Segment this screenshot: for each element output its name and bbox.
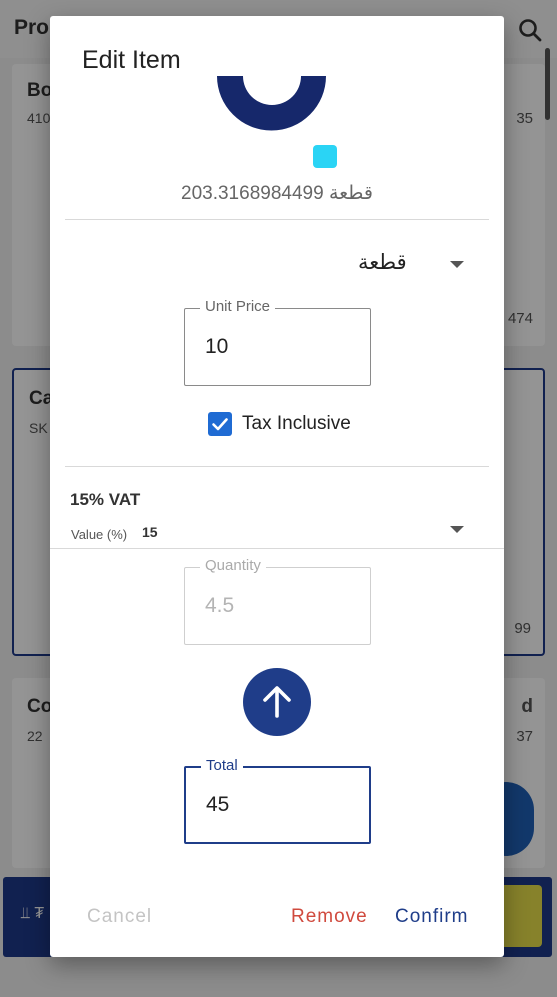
unit-dropdown-value: قطعة bbox=[358, 251, 407, 274]
arrow-up-icon bbox=[263, 686, 291, 718]
tax-inclusive-label: Tax Inclusive bbox=[242, 413, 351, 434]
brand-logo bbox=[217, 76, 337, 168]
dialog-actions: Cancel Remove Confirm bbox=[50, 906, 504, 936]
total-field[interactable]: Total 45 bbox=[184, 757, 371, 844]
quantity-field: Quantity 4.5 bbox=[184, 557, 371, 645]
quantity-value: 4.5 bbox=[205, 594, 235, 617]
tax-dropdown[interactable]: 15% VAT Value (%) 15 bbox=[50, 468, 504, 550]
tax-value: 15 bbox=[142, 524, 158, 540]
divider bbox=[50, 548, 504, 549]
tax-inclusive-checkbox[interactable] bbox=[208, 412, 232, 436]
unit-price-value: 10 bbox=[205, 335, 229, 358]
swap-up-button[interactable] bbox=[243, 668, 311, 736]
remove-button[interactable]: Remove bbox=[291, 906, 368, 928]
total-value: 45 bbox=[206, 793, 230, 816]
divider bbox=[65, 219, 489, 220]
dialog-title: Edit Item bbox=[82, 46, 181, 74]
dropdown-caret-icon bbox=[450, 261, 464, 268]
stock-quantity: 203.3168984499 قطعة bbox=[181, 183, 373, 204]
cancel-button[interactable]: Cancel bbox=[87, 906, 152, 928]
edit-item-dialog: Edit Item 203.3168984499 قطعة قطعة Unit … bbox=[50, 16, 504, 957]
unit-dropdown[interactable]: قطعة bbox=[350, 248, 474, 280]
confirm-button[interactable]: Confirm bbox=[395, 906, 469, 928]
total-label: Total bbox=[201, 757, 243, 774]
quantity-label: Quantity bbox=[200, 557, 266, 574]
tax-value-label: Value (%) bbox=[71, 527, 128, 542]
check-icon bbox=[212, 418, 228, 431]
tax-name: 15% VAT bbox=[70, 490, 141, 509]
dropdown-caret-icon bbox=[450, 526, 464, 533]
unit-price-field[interactable]: Unit Price 10 bbox=[184, 298, 371, 386]
unit-price-label: Unit Price bbox=[200, 298, 276, 315]
divider bbox=[65, 466, 489, 467]
